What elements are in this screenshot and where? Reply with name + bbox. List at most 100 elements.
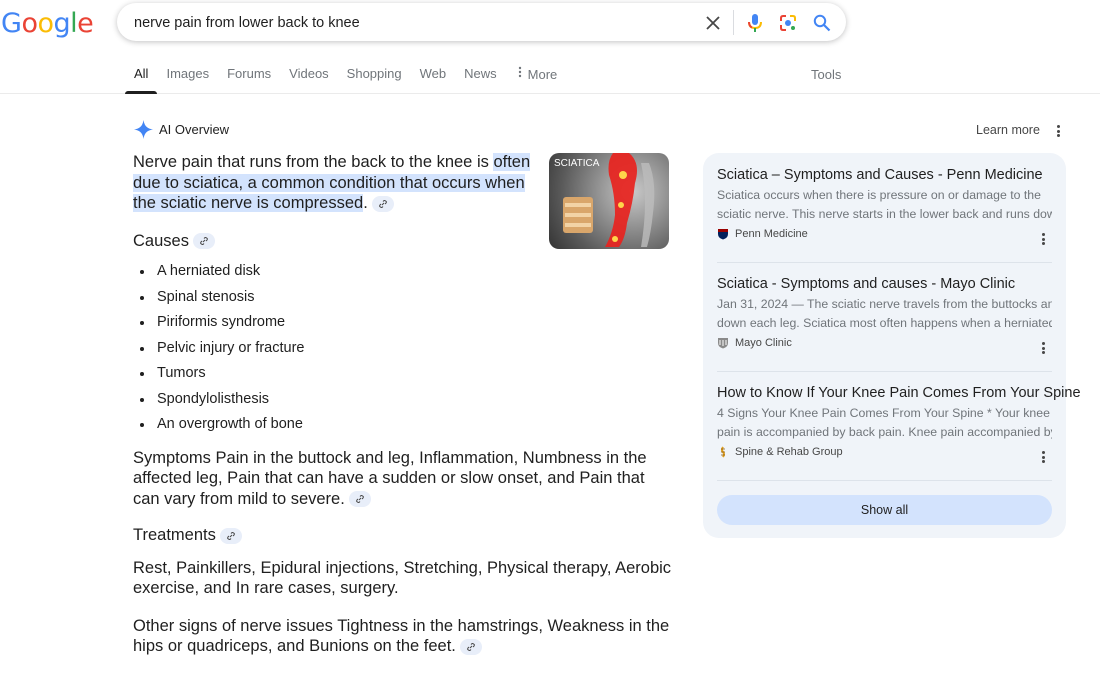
- tab-images[interactable]: Images: [157, 66, 218, 93]
- symptoms-paragraph: Symptoms Pain in the buttock and leg, In…: [133, 448, 673, 510]
- tab-more-label: More: [527, 67, 558, 82]
- source-divider: [717, 480, 1052, 481]
- logo-letter: l: [70, 8, 78, 39]
- source-snippet-line: pain is accompanied by back pain. Knee p…: [717, 424, 1052, 439]
- link-icon: [466, 642, 475, 651]
- symptoms-text: Symptoms Pain in the buttock and leg, In…: [133, 448, 647, 508]
- source-snippet-line: 4 Signs Your Knee Pain Comes From Your S…: [717, 406, 1050, 420]
- source-divider: [717, 262, 1052, 263]
- source-site: Mayo Clinic: [717, 337, 1052, 349]
- treatments-heading-text: Treatments: [133, 526, 216, 544]
- source-card[interactable]: Sciatica – Symptoms and Causes - Penn Me…: [717, 167, 1052, 240]
- source-site: Penn Medicine: [717, 228, 1052, 240]
- ai-overview-title: AI Overview: [159, 122, 230, 137]
- source-title[interactable]: Sciatica - Symptoms and causes - Mayo Cl…: [717, 276, 1052, 292]
- tab-news[interactable]: News: [455, 66, 506, 93]
- tab-all[interactable]: All: [125, 66, 158, 94]
- tab-more[interactable]: More: [506, 66, 567, 93]
- link-icon: [378, 199, 387, 208]
- source-snippet-line: Jan 31, 2024 — The sciatic nerve travels…: [717, 297, 1052, 311]
- logo-letter: o: [21, 8, 38, 39]
- source-menu-button[interactable]: [1038, 449, 1048, 465]
- link-icon: [200, 237, 208, 246]
- source-menu-button[interactable]: [1038, 340, 1048, 356]
- intro-paragraph: Nerve pain that runs from the back to th…: [133, 152, 543, 214]
- citation-link[interactable]: [219, 527, 242, 544]
- logo-letter: g: [53, 8, 71, 39]
- clear-search-button[interactable]: [701, 11, 725, 35]
- source-snippet-line: Sciatica occurs when there is pressure o…: [717, 188, 1041, 202]
- search-tabs: All Images Forums Videos Shopping Web Ne…: [125, 66, 566, 94]
- source-divider: [717, 371, 1052, 372]
- source-site: Spine & Rehab Group: [717, 446, 1052, 458]
- kebab-icon: [518, 66, 522, 81]
- ai-overview-header: AI Overview: [134, 120, 229, 139]
- lens-icon: [780, 15, 796, 31]
- search-input[interactable]: [134, 12, 694, 34]
- microphone-icon: [748, 14, 762, 32]
- google-logo[interactable]: Google: [1, 8, 94, 39]
- tab-shopping[interactable]: Shopping: [338, 66, 411, 93]
- tools-button[interactable]: Tools: [811, 67, 841, 82]
- tab-videos[interactable]: Videos: [280, 66, 338, 93]
- close-icon: [706, 16, 720, 30]
- show-all-button[interactable]: Show all: [717, 495, 1052, 525]
- source-snippet: Sciatica occurs when there is pressure o…: [717, 186, 1052, 223]
- header: Google nerve pain from lower back to kne…: [0, 0, 1100, 94]
- source-card[interactable]: How to Know If Your Knee Pain Comes From…: [717, 385, 1081, 458]
- image-search-button[interactable]: [776, 11, 800, 35]
- sciatica-image[interactable]: SCIATICA: [549, 153, 669, 249]
- list-item: Tumors: [133, 361, 673, 387]
- source-site-name: Mayo Clinic: [735, 337, 792, 349]
- spine-rehab-favicon: [717, 446, 729, 458]
- sources-panel: Sciatica – Symptoms and Causes - Penn Me…: [703, 153, 1081, 538]
- tab-web[interactable]: Web: [411, 66, 456, 93]
- treatments-paragraph: Rest, Painkillers, Epidural injections, …: [133, 558, 672, 598]
- citation-link[interactable]: [348, 491, 371, 508]
- source-snippet-line: sciatic nerve. This nerve starts in the …: [717, 206, 1052, 221]
- link-icon: [355, 495, 364, 504]
- image-caption: SCIATICA: [554, 158, 600, 169]
- list-item: Spondylolisthesis: [133, 387, 673, 413]
- intro-text: Nerve pain that runs from the back to th…: [133, 153, 494, 171]
- logo-letter: o: [37, 8, 54, 39]
- causes-list: A herniated disk Spinal stenosis Pirifor…: [133, 259, 673, 438]
- sciatica-illustration: SCIATICA: [554, 153, 655, 247]
- source-snippet: 4 Signs Your Knee Pain Comes From Your S…: [717, 404, 1052, 441]
- search-box: [117, 3, 846, 41]
- logo-letter: e: [77, 8, 94, 39]
- source-snippet-line: down each leg. Sciatica most often happe…: [717, 315, 1052, 330]
- other-signs-paragraph: Other signs of nerve issues Tightness in…: [133, 616, 673, 657]
- list-item: Spinal stenosis: [133, 285, 673, 311]
- search-icon: [813, 14, 831, 32]
- source-card[interactable]: Sciatica - Symptoms and causes - Mayo Cl…: [717, 276, 1052, 349]
- source-site-name: Penn Medicine: [735, 228, 808, 240]
- source-title[interactable]: How to Know If Your Knee Pain Comes From…: [717, 385, 1081, 401]
- search-button[interactable]: [810, 11, 834, 35]
- citation-link[interactable]: [371, 195, 394, 212]
- source-snippet: Jan 31, 2024 — The sciatic nerve travels…: [717, 295, 1052, 332]
- sparkle-icon: [134, 120, 153, 139]
- treatments-heading: Treatments: [133, 525, 673, 546]
- mayo-clinic-favicon: [717, 337, 729, 349]
- source-title[interactable]: Sciatica – Symptoms and Causes - Penn Me…: [717, 167, 1052, 183]
- source-menu-button[interactable]: [1038, 231, 1048, 247]
- tab-forums[interactable]: Forums: [218, 66, 280, 93]
- link-icon: [226, 531, 235, 540]
- list-item: Piriformis syndrome: [133, 310, 673, 336]
- voice-search-button[interactable]: [743, 11, 767, 35]
- other-signs-text: Other signs of nerve issues Tightness in…: [133, 616, 670, 656]
- list-item: An overgrowth of bone: [133, 412, 673, 438]
- intro-end: .: [363, 194, 368, 212]
- causes-heading-text: Causes: [133, 231, 189, 250]
- learn-more-link[interactable]: Learn more: [976, 123, 1040, 137]
- search-divider: [733, 10, 734, 35]
- ai-overview-menu-button[interactable]: [1053, 123, 1063, 139]
- citation-link[interactable]: [192, 233, 215, 250]
- citation-link[interactable]: [459, 638, 482, 655]
- list-item: A herniated disk: [133, 259, 673, 285]
- list-item: Pelvic injury or fracture: [133, 336, 673, 362]
- logo-letter: G: [1, 8, 22, 39]
- penn-medicine-favicon: [717, 228, 729, 240]
- source-site-name: Spine & Rehab Group: [735, 446, 843, 458]
